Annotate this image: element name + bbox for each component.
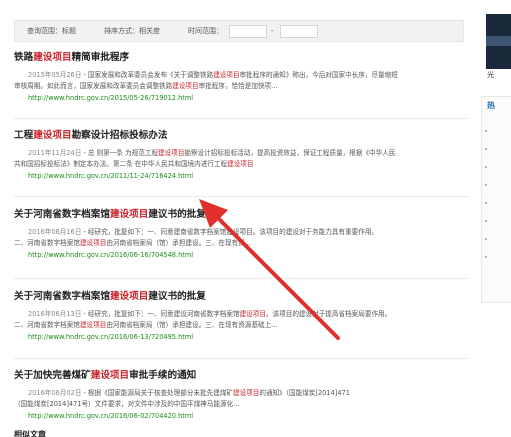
start-date-input[interactable] [229,24,267,38]
result-url[interactable]: http://www.hndrc.gov.cn/2015/05-26/71901… [14,93,469,103]
right-sidebar: 光 热 [476,0,511,437]
related-articles-heading: 相似文章 [14,430,46,437]
scope-filter[interactable]: 查询范围：标题 [27,26,76,36]
result-title-link[interactable]: 关于河南省数字档案馆建设项目建议书的批复 [14,209,469,221]
sidebar-bullet [485,166,487,168]
divider [14,118,469,119]
result-snippet: 2016年06月02日 - 根据《国家能源局关于核查处理部分未批先建煤矿建设项目… [14,389,350,408]
sort-filter[interactable]: 排序方式：相关度 [104,26,160,36]
search-results-area: 查询范围：标题 排序方式：相关度 时间范围： - 铁路建设项目精简审批程序 20… [0,0,470,437]
result-title-link[interactable]: 关于河南省数字档案馆建设项目建议书的批复 [14,291,469,303]
result-snippet: 2016年06月16日 - 经研究，批复如下：一、同意建南省数字档案馆建设项目。… [14,228,379,247]
filter-bar: 查询范围：标题 排序方式：相关度 时间范围： - [14,20,464,42]
divider [14,278,469,279]
time-range-label: 时间范围： [188,27,223,35]
divider [14,196,469,197]
result-url[interactable]: http://www.hndrc.gov.cn/2016/06-02/70442… [14,411,469,421]
sidebar-bullet [485,238,487,240]
sidebar-bullet [485,220,487,222]
sidebar-thumbnail[interactable] [486,14,511,69]
result-item: 关于河南省数字档案馆建设项目建议书的批复 2016年06月13日 - 经研究，批… [14,291,469,342]
result-url[interactable]: http://www.hndrc.gov.cn/2011/11-24/71642… [14,171,469,181]
result-url[interactable]: http://www.hndrc.gov.cn/2016/06-13/72049… [14,332,469,342]
sidebar-bullet [485,202,487,204]
sidebar-bullet [485,148,487,150]
result-title-link[interactable]: 关于加快完善煤矿建设项目审批手续的通知 [14,370,469,382]
result-snippet: 2011年11月24日 - 总 则第一条 为规范工程建设项目勘察设计招标投标活动… [14,149,396,168]
result-title-link[interactable]: 铁路建设项目精简审批程序 [14,52,469,64]
sidebar-bullet [485,184,487,186]
sidebar-heading: 热 [487,101,495,110]
divider [14,358,469,359]
sidebar-bullet [485,130,487,132]
result-item: 关于河南省数字档案馆建设项目建议书的批复 2016年06月16日 - 经研究，批… [14,209,469,260]
result-snippet: 2015年05月26日 - 国家发展和改革委员会发布《关于调整铁路建设项目审批程… [14,71,398,90]
sidebar-panel [481,96,511,303]
result-snippet: 2016年06月13日 - 经研究，批复如下：一、同意建设河南省数字档案馆建设项… [14,310,392,329]
result-item: 铁路建设项目精简审批程序 2015年05月26日 - 国家发展和改革委员会发布《… [14,52,469,103]
result-item: 关于加快完善煤矿建设项目审批手续的通知 2016年06月02日 - 根据《国家能… [14,370,469,421]
result-item: 工程建设项目勘察设计招标投标办法 2011年11月24日 - 总 则第一条 为规… [14,130,469,181]
sidebar-caption: 光 [487,71,494,79]
sidebar-bullet [485,256,487,258]
date-separator: - [271,27,274,35]
result-url[interactable]: http://www.hndrc.gov.cn/2016/06-16/70454… [14,250,469,260]
result-title-link[interactable]: 工程建设项目勘察设计招标投标办法 [14,130,469,142]
end-date-input[interactable] [279,24,318,38]
